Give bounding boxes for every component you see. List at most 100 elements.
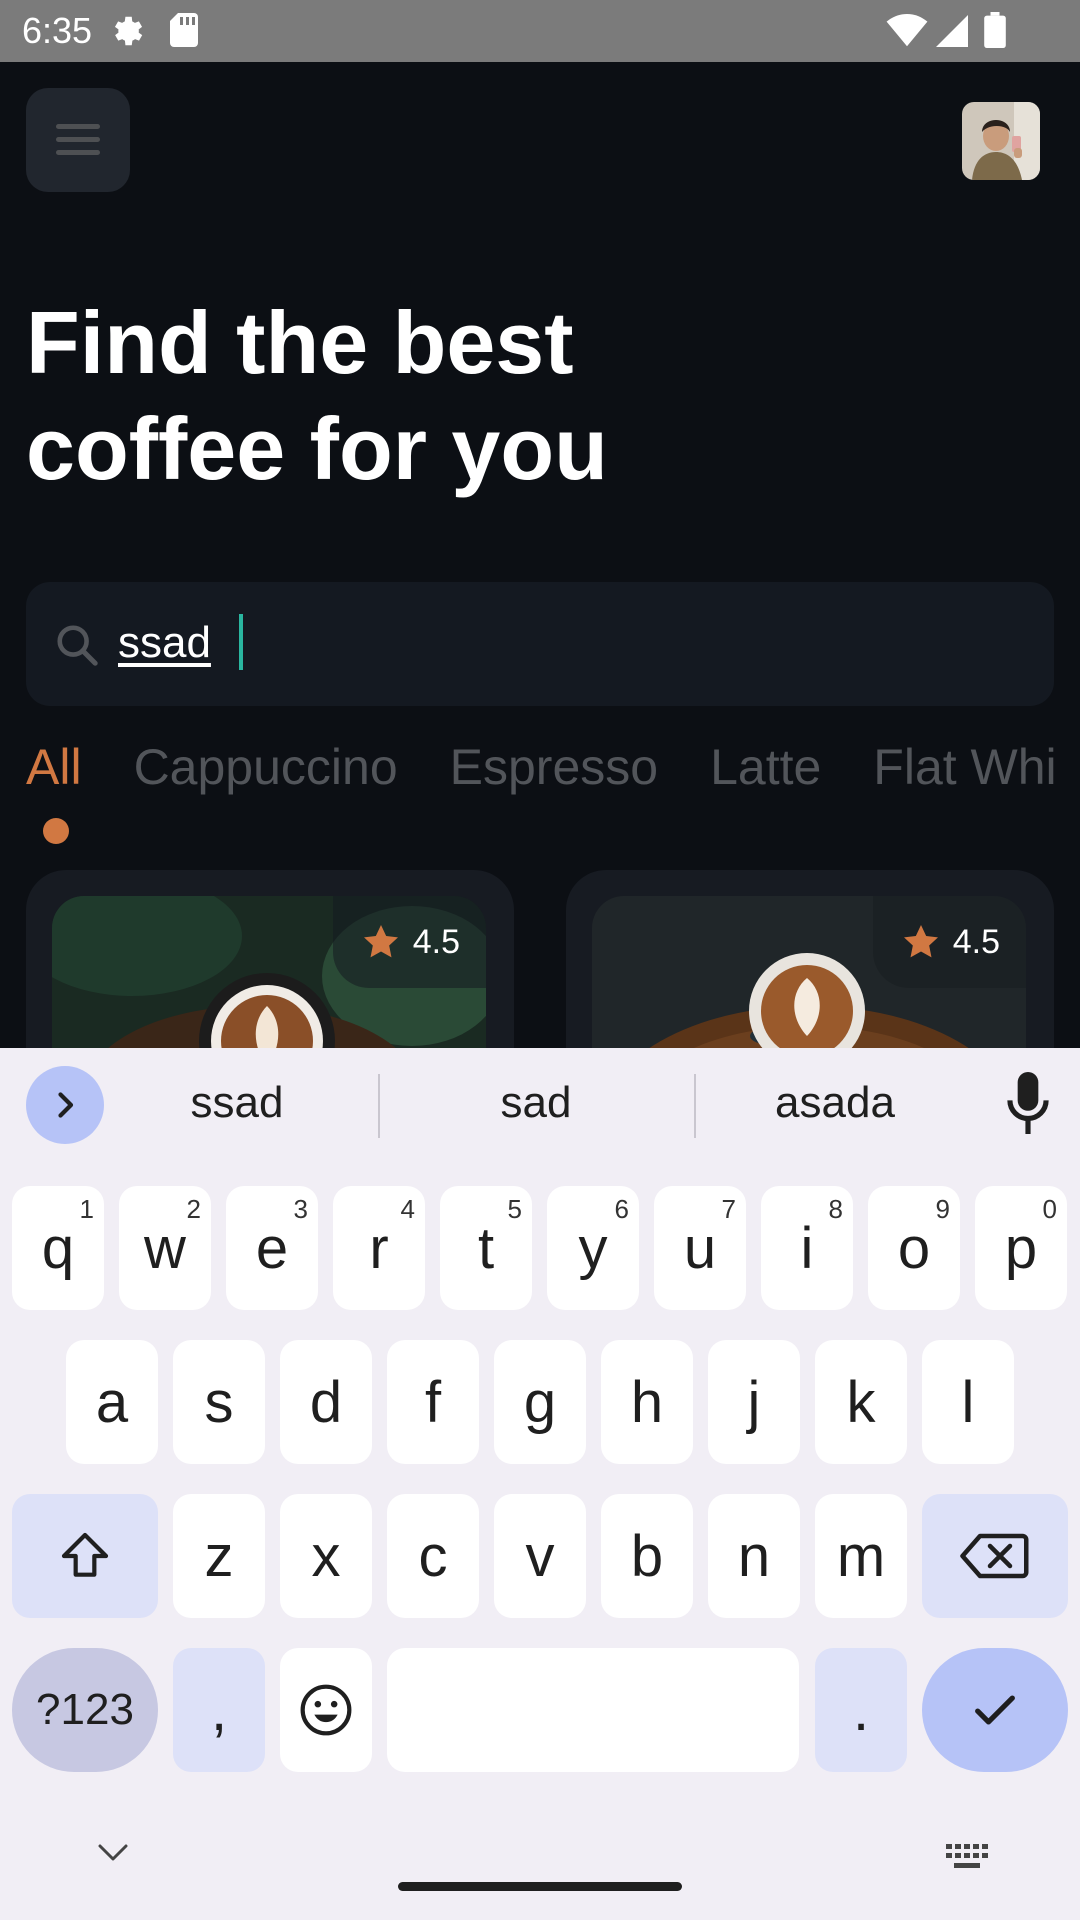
backspace-key[interactable] (922, 1494, 1068, 1618)
microphone-icon[interactable] (1006, 1072, 1050, 1134)
enter-key[interactable] (922, 1648, 1068, 1772)
battery-icon (984, 12, 1006, 48)
key-label: w (144, 1215, 186, 1281)
key-hint: 7 (721, 1194, 736, 1224)
suggestion-1[interactable]: ssad (130, 1078, 344, 1128)
key-label: r (369, 1215, 389, 1281)
key-x[interactable]: x (280, 1494, 372, 1618)
keyboard-switcher-icon[interactable] (946, 1844, 988, 1870)
key-hint: 3 (293, 1194, 308, 1224)
chevron-right-icon (58, 1092, 74, 1118)
key-w[interactable]: w2 (119, 1186, 211, 1310)
key-g[interactable]: g (494, 1340, 586, 1464)
rating-badge: 4.5 (872, 896, 1026, 988)
key-a[interactable]: a (66, 1340, 158, 1464)
status-bar: 6:35 (0, 0, 1080, 62)
search-icon (57, 625, 98, 666)
emoji-key[interactable] (280, 1648, 372, 1772)
key-label: e (255, 1215, 289, 1281)
suggestion-divider (694, 1074, 696, 1138)
key-q[interactable]: q1 (12, 1186, 104, 1310)
key-h[interactable]: h (601, 1340, 693, 1464)
key-j[interactable]: j (708, 1340, 800, 1464)
profile-avatar[interactable] (962, 102, 1040, 180)
wifi-icon (886, 14, 928, 47)
suggestion-divider (378, 1074, 380, 1138)
key-label: o (897, 1215, 931, 1281)
hide-keyboard-chevron-icon[interactable] (96, 1842, 130, 1864)
emoji-smiley-icon (300, 1684, 352, 1736)
suggestion-bar: ssad sad asada (0, 1048, 1080, 1162)
tab-all[interactable]: All (26, 738, 82, 796)
key-t[interactable]: t5 (440, 1186, 532, 1310)
text-cursor (239, 614, 243, 670)
key-hint: 1 (79, 1194, 94, 1224)
headline-line-1: Find the best (26, 293, 574, 392)
key-hint: 5 (507, 1194, 522, 1224)
tab-cappuccino[interactable]: Cappuccino (134, 738, 398, 796)
key-c[interactable]: c (387, 1494, 479, 1618)
key-label: y (578, 1215, 608, 1281)
key-o[interactable]: o9 (868, 1186, 960, 1310)
suggestion-2[interactable]: sad (428, 1078, 644, 1128)
key-b[interactable]: b (601, 1494, 693, 1618)
shift-arrow-icon (61, 1532, 109, 1577)
period-key[interactable]: . (815, 1648, 907, 1772)
space-key[interactable] (387, 1648, 799, 1772)
search-input[interactable]: ssad (26, 582, 1054, 706)
rating-badge: 4.5 (332, 896, 486, 988)
key-u[interactable]: u7 (654, 1186, 746, 1310)
tab-flat-white[interactable]: Flat White (873, 738, 1054, 796)
search-input-value: ssad (118, 618, 211, 667)
key-y[interactable]: y6 (547, 1186, 639, 1310)
on-screen-keyboard: ssad sad asada (0, 1048, 1080, 1920)
key-l[interactable]: l (922, 1340, 1014, 1464)
keyboard-toolbar-expand-button[interactable] (26, 1066, 104, 1144)
key-hint: 6 (614, 1194, 629, 1224)
key-label: i (800, 1215, 814, 1281)
comma-key[interactable]: , (173, 1648, 265, 1772)
backspace-icon (960, 1533, 1029, 1579)
sd-card-icon (170, 13, 198, 47)
key-hint: 9 (935, 1194, 950, 1224)
key-label: p (1004, 1215, 1038, 1281)
key-r[interactable]: r4 (333, 1186, 425, 1310)
status-time: 6:35 (22, 10, 93, 51)
key-s[interactable]: s (173, 1340, 265, 1464)
rating-value: 4.5 (412, 922, 460, 961)
key-label: t (477, 1215, 495, 1281)
key-f[interactable]: f (387, 1340, 479, 1464)
key-p[interactable]: p0 (975, 1186, 1067, 1310)
key-label: u (683, 1215, 717, 1281)
settings-gear-icon (114, 16, 143, 46)
key-hint: 2 (186, 1194, 201, 1224)
star-icon (363, 925, 398, 958)
key-e[interactable]: e3 (226, 1186, 318, 1310)
category-tabs: All Cappuccino Espresso Latte Flat White (26, 738, 1054, 798)
home-gesture-bar[interactable] (398, 1882, 682, 1891)
key-label: q (41, 1215, 75, 1281)
checkmark-icon (975, 1695, 1015, 1725)
symbols-key[interactable]: ?123 (12, 1648, 158, 1772)
star-icon (903, 925, 938, 958)
key-i[interactable]: i8 (761, 1186, 853, 1310)
tab-espresso[interactable]: Espresso (450, 738, 658, 796)
cell-signal-icon (936, 15, 968, 47)
key-n[interactable]: n (708, 1494, 800, 1618)
shift-key[interactable] (12, 1494, 158, 1618)
key-v[interactable]: v (494, 1494, 586, 1618)
menu-button[interactable] (26, 88, 130, 192)
profile-photo (962, 102, 1040, 180)
key-z[interactable]: z (173, 1494, 265, 1618)
key-hint: 4 (400, 1194, 415, 1224)
rating-value: 4.5 (952, 922, 1000, 961)
tab-latte[interactable]: Latte (710, 738, 821, 796)
key-hint: 0 (1042, 1194, 1057, 1224)
hamburger-menu-icon (56, 124, 100, 155)
key-hint: 8 (828, 1194, 843, 1224)
key-d[interactable]: d (280, 1340, 372, 1464)
key-m[interactable]: m (815, 1494, 907, 1618)
page-headline: Find the best coffee for you (26, 290, 826, 502)
key-k[interactable]: k (815, 1340, 907, 1464)
suggestion-3[interactable]: asada (726, 1078, 944, 1128)
